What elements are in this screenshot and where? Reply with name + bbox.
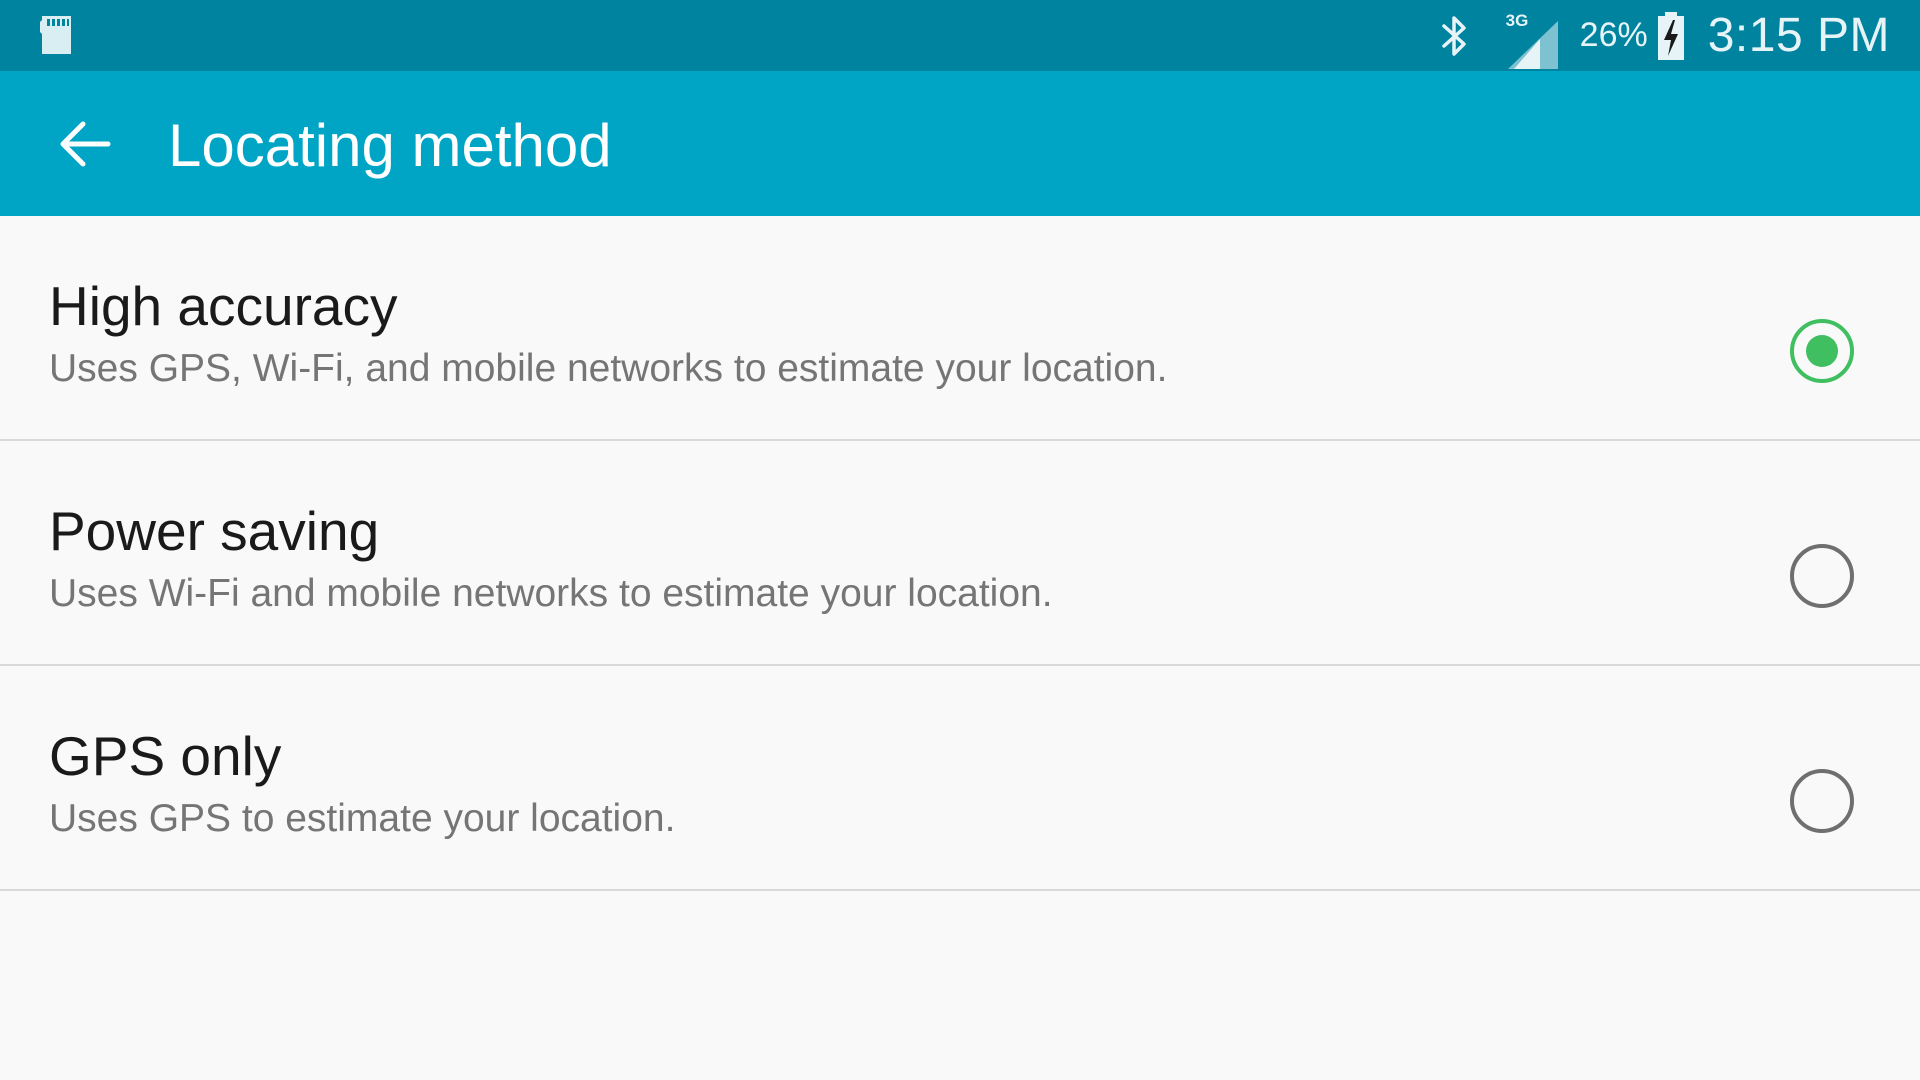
battery-percent: 26% (1579, 16, 1648, 54)
status-clock: 3:15 PM (1707, 9, 1890, 62)
radio-selected-dot (1806, 335, 1838, 367)
back-button[interactable] (40, 109, 130, 179)
option-description: Uses GPS to estimate your location. (49, 797, 676, 840)
option-description: Uses Wi-Fi and mobile networks to estima… (49, 572, 1053, 615)
option-gps-only[interactable]: GPS only Uses GPS to estimate your locat… (0, 666, 1920, 891)
bluetooth-icon (1441, 15, 1466, 56)
signal-icon (1507, 20, 1558, 69)
option-title: GPS only (49, 725, 282, 787)
page-title: Locating method (168, 112, 612, 179)
option-title: High accuracy (49, 275, 398, 337)
option-power-saving[interactable]: Power saving Uses Wi-Fi and mobile netwo… (0, 441, 1920, 666)
status-icons: 3G 26% 3:15 PM (1434, 0, 1890, 71)
arrow-back-icon (60, 121, 111, 167)
locating-method-list: High accuracy Uses GPS, Wi-Fi, and mobil… (0, 216, 1920, 891)
radio-button-high-accuracy[interactable] (1790, 319, 1854, 383)
option-description: Uses GPS, Wi-Fi, and mobile networks to … (49, 347, 1168, 390)
app-bar: Locating method (0, 71, 1920, 216)
option-high-accuracy[interactable]: High accuracy Uses GPS, Wi-Fi, and mobil… (0, 216, 1920, 441)
sd-card-icon (40, 16, 71, 54)
radio-button-power-saving[interactable] (1790, 544, 1854, 608)
option-title: Power saving (49, 500, 380, 562)
mobile-signal: 3G (1504, 11, 1560, 69)
status-bar: 3G 26% 3:15 PM (0, 0, 1920, 71)
radio-button-gps-only[interactable] (1790, 769, 1854, 833)
battery-charging-icon (1657, 11, 1684, 60)
